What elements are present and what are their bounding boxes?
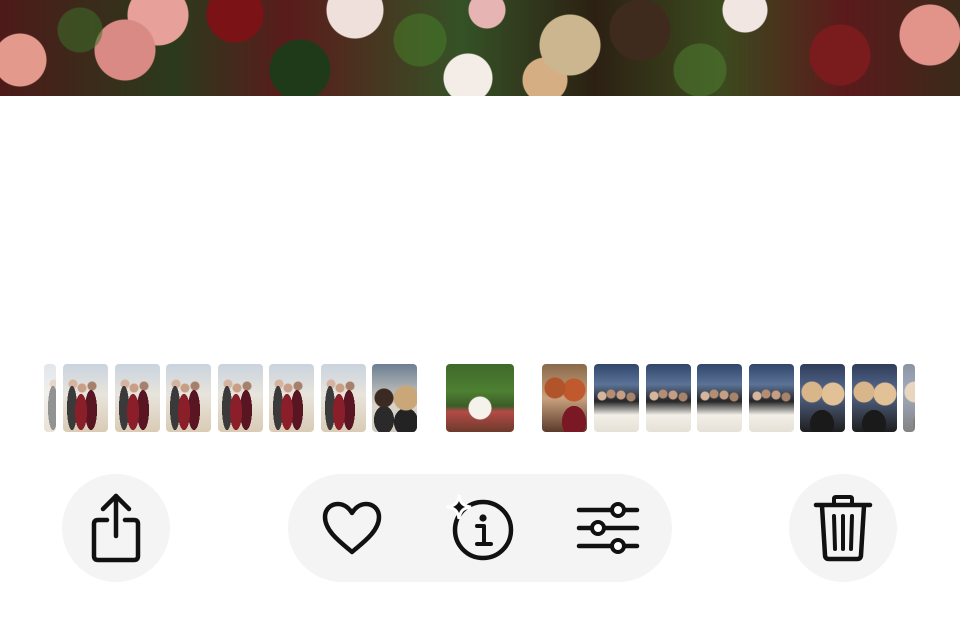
thumbnail-filmstrip[interactable] [0, 364, 960, 432]
thumbnail[interactable] [697, 364, 742, 432]
adjust-button[interactable] [560, 474, 656, 582]
info-sparkle-icon [441, 493, 517, 563]
thumbnail[interactable] [63, 364, 108, 432]
thumbnail[interactable] [749, 364, 794, 432]
trash-icon [813, 494, 873, 562]
thumbnail[interactable] [646, 364, 691, 432]
thumbnail[interactable] [594, 364, 639, 432]
heart-icon [321, 500, 383, 556]
sliders-icon [576, 500, 640, 556]
thumbnail[interactable] [542, 364, 587, 432]
delete-button[interactable] [789, 474, 897, 582]
photo-detail-screen [0, 0, 960, 640]
share-icon [88, 492, 144, 564]
thumbnail[interactable] [166, 364, 211, 432]
share-button[interactable] [62, 474, 170, 582]
thumbnail-current[interactable] [446, 364, 514, 432]
thumbnail[interactable] [115, 364, 160, 432]
photo-viewer[interactable] [0, 0, 960, 96]
favorite-button[interactable] [304, 474, 400, 582]
thumbnail[interactable] [903, 364, 915, 432]
thumbnail[interactable] [269, 364, 314, 432]
thumbnail[interactable] [852, 364, 897, 432]
photo-action-bar [288, 474, 672, 582]
info-button[interactable] [431, 474, 527, 582]
thumbnail[interactable] [218, 364, 263, 432]
thumbnail[interactable] [44, 364, 56, 432]
thumbnail[interactable] [372, 364, 417, 432]
thumbnail[interactable] [321, 364, 366, 432]
thumbnail[interactable] [800, 364, 845, 432]
